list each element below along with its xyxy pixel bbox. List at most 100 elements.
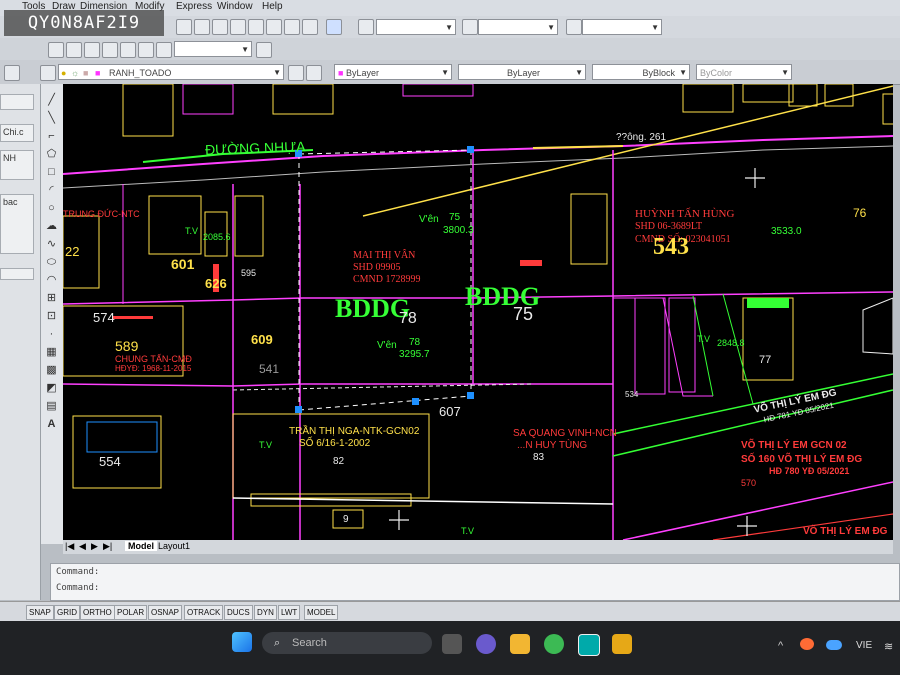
palette-item-1[interactable]: Chi.c	[0, 124, 34, 142]
parcel-609: 609	[251, 332, 273, 347]
revision-cloud-icon[interactable]: ☁	[45, 220, 58, 233]
owner-mai-cmnd: CMND 1728999	[353, 274, 421, 285]
sheet-set-icon[interactable]	[284, 19, 300, 35]
point-icon[interactable]: ·	[45, 328, 58, 341]
taskbar-search[interactable]: ⌕ Search	[262, 632, 432, 654]
polyline-icon[interactable]: ⌐	[45, 130, 58, 143]
make-block-icon[interactable]: ⊡	[45, 310, 58, 323]
task-view-icon[interactable]	[442, 634, 462, 654]
status-ducs[interactable]: DUCS	[224, 605, 253, 620]
table-style-icon[interactable]	[566, 19, 582, 35]
tool-palettes-icon[interactable]	[266, 19, 282, 35]
palette-item-2[interactable]: NH	[0, 150, 34, 180]
status-osnap[interactable]: OSNAP	[148, 605, 183, 620]
menu-help[interactable]: Help	[262, 1, 283, 12]
lineweight-combo[interactable]: ByBlock ▼	[592, 64, 690, 80]
plotstyle-combo[interactable]: ByColor ▼	[696, 64, 792, 80]
layers-toolbar: ● ☼ ■ ■ RANH_TOADO ▼ ■ ByLayer ▼ ByLayer ▼…	[0, 60, 900, 85]
status-ortho[interactable]: ORTHO	[80, 605, 115, 620]
make-current-icon[interactable]	[288, 65, 304, 81]
gradient-icon[interactable]: ▩	[45, 364, 58, 377]
paste-icon[interactable]	[84, 42, 100, 58]
zoom-previous-icon[interactable]	[212, 19, 228, 35]
ellipse-arc-icon[interactable]: ◠	[45, 274, 58, 287]
menu-window[interactable]: Window	[217, 1, 253, 12]
design-center-icon[interactable]	[248, 19, 264, 35]
wifi-icon[interactable]: ≋	[884, 640, 893, 653]
layer-combo[interactable]: ● ☼ ■ ■ RANH_TOADO ▼	[58, 64, 284, 80]
status-grid[interactable]: GRID	[54, 605, 80, 620]
text-style-combo[interactable]: ▼	[376, 19, 456, 35]
status-model[interactable]: MODEL	[304, 605, 339, 620]
layer-manager-icon[interactable]	[4, 65, 20, 81]
search-icon: ⌕	[274, 637, 281, 649]
spline-icon[interactable]: ∿	[45, 238, 58, 251]
tray-app-icon[interactable]	[800, 638, 814, 650]
palette-item-3[interactable]: bac	[0, 194, 34, 254]
start-icon[interactable]	[232, 632, 252, 652]
tab-nav-prev-icon[interactable]: ◀	[79, 541, 86, 552]
table-style-combo[interactable]: ▼	[582, 19, 662, 35]
browser-icon[interactable]	[544, 634, 564, 654]
tab-nav-last-icon[interactable]: ▶|	[103, 541, 112, 552]
app-icon[interactable]	[612, 634, 632, 654]
tab-nav-next-icon[interactable]: ▶	[91, 541, 98, 552]
language-indicator[interactable]: VIE	[856, 640, 872, 651]
palette-item-4[interactable]	[0, 268, 34, 280]
construction-line-icon[interactable]: ╲	[45, 112, 58, 125]
workspace-icon[interactable]	[48, 42, 64, 58]
polygon-icon[interactable]: ⬠	[45, 148, 58, 161]
table-icon[interactable]: ▤	[45, 400, 58, 413]
menu-express[interactable]: Express	[176, 1, 212, 12]
mtext-icon[interactable]: A	[45, 418, 58, 431]
onedrive-icon[interactable]	[826, 640, 842, 650]
zoom-window-icon[interactable]	[194, 19, 210, 35]
region-icon[interactable]: ◩	[45, 382, 58, 395]
status-lwt[interactable]: LWT	[278, 605, 301, 620]
properties-palette: Chi.c NH bac	[0, 84, 41, 600]
text-style-icon[interactable]	[358, 19, 374, 35]
insert-block-icon[interactable]: ⊞	[45, 292, 58, 305]
workspace-combo[interactable]: ▼	[174, 41, 252, 57]
properties-icon[interactable]	[230, 19, 246, 35]
circle-icon[interactable]: ○	[45, 202, 58, 215]
autocad-icon[interactable]	[578, 634, 600, 656]
linetype-combo[interactable]: ByLayer ▼	[458, 64, 586, 80]
status-polar[interactable]: POLAR	[114, 605, 148, 620]
arc-icon[interactable]: ◜	[45, 184, 58, 197]
file-explorer-icon[interactable]	[510, 634, 530, 654]
line-icon[interactable]: ╱	[45, 94, 58, 107]
layer-previous-icon[interactable]	[306, 65, 322, 81]
zoom-realtime-icon[interactable]	[176, 19, 192, 35]
area-1-value: 75	[449, 212, 461, 223]
pan-icon[interactable]	[156, 42, 172, 58]
color-combo[interactable]: ■ ByLayer ▼	[334, 64, 452, 80]
command-window[interactable]: Command: Command:	[50, 563, 900, 601]
tab-model[interactable]: Model	[125, 541, 157, 551]
command-prompt[interactable]: Command:	[56, 583, 99, 593]
markup-icon[interactable]	[302, 19, 318, 35]
ellipse-icon[interactable]: ⬭	[45, 256, 58, 269]
hatch-icon[interactable]: ▦	[45, 346, 58, 359]
status-snap[interactable]: SNAP	[26, 605, 54, 620]
dim-style-combo[interactable]: ▼	[478, 19, 558, 35]
drawing-canvas[interactable]: ĐƯỜNG NHỰA ??ông. 261 MAI THỊ VÂN SHD 09…	[63, 84, 893, 540]
dim-style-icon[interactable]	[462, 19, 478, 35]
status-dyn[interactable]: DYN	[254, 605, 277, 620]
layout-tabs-bar: |◀ ◀ ▶ ▶| Model Layout1	[63, 540, 893, 554]
match-icon[interactable]	[102, 42, 118, 58]
undo-icon[interactable]	[120, 42, 136, 58]
teams-icon[interactable]	[476, 634, 496, 654]
rectangle-icon[interactable]: □	[45, 166, 58, 179]
lightbulb-icon: ●	[61, 68, 67, 78]
tab-layout1[interactable]: Layout1	[155, 541, 193, 551]
status-otrack[interactable]: OTRACK	[184, 605, 224, 620]
workspace-settings-icon[interactable]	[256, 42, 272, 58]
copy-icon[interactable]	[66, 42, 82, 58]
redo-icon[interactable]	[138, 42, 154, 58]
tray-chevron-icon[interactable]: ^	[778, 640, 783, 652]
tab-nav-first-icon[interactable]: |◀	[65, 541, 74, 552]
help-icon[interactable]	[326, 19, 342, 35]
layer-state-icon[interactable]	[40, 65, 56, 81]
palette-header[interactable]	[0, 94, 34, 110]
